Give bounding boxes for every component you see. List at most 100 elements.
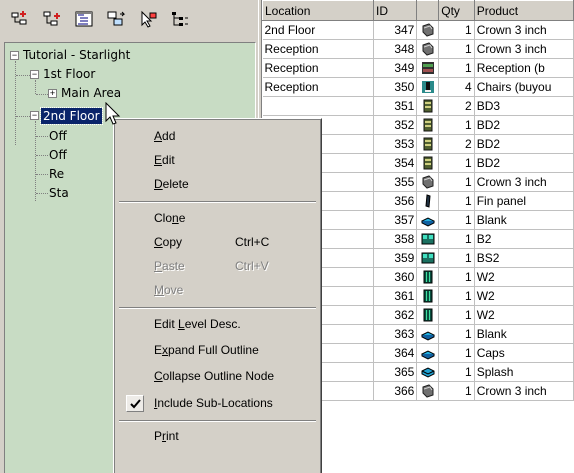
- splash-icon: [416, 362, 440, 382]
- blank-icon: [416, 210, 440, 230]
- tree-node-child[interactable]: Sta: [49, 185, 69, 201]
- desk-icon: [416, 229, 440, 249]
- add-sibling-node-icon[interactable]: [8, 8, 32, 30]
- qty-cell: 1: [438, 153, 475, 173]
- product-cell: Crown 3 inch: [474, 39, 574, 59]
- collapse-box-icon[interactable]: −: [10, 51, 19, 60]
- menu-item-label: Include Sub-Locations: [154, 396, 273, 410]
- column-header-icon[interactable]: [416, 0, 440, 21]
- location-cell: [262, 96, 375, 116]
- blank-icon: [416, 324, 440, 344]
- menu-item-edit-level-desc[interactable]: Edit Level Desc.: [117, 313, 318, 335]
- wall-icon: [416, 286, 440, 306]
- menu-item-move[interactable]: Move: [117, 279, 318, 301]
- product-cell: BD2: [474, 115, 574, 135]
- chair-icon: [416, 381, 440, 401]
- product-cell: BD2: [474, 153, 574, 173]
- qty-cell: 1: [438, 305, 475, 325]
- location-cell: Reception: [262, 58, 375, 78]
- id-cell: 351: [373, 96, 418, 116]
- checkmark-icon: [126, 395, 144, 412]
- column-header-location[interactable]: Location: [262, 0, 375, 21]
- menu-item-include-sub-locations[interactable]: Include Sub-Locations: [117, 392, 318, 414]
- product-cell: Crown 3 inch: [474, 381, 574, 401]
- menu-item-paste[interactable]: Paste Ctrl+V: [117, 255, 318, 277]
- qty-cell: 1: [438, 343, 475, 363]
- chair-icon: [416, 20, 440, 40]
- table-row[interactable]: Reception 348 1 Crown 3 inch: [262, 39, 574, 59]
- qty-cell: 4: [438, 77, 475, 97]
- menu-item-collapse-outline-node[interactable]: Collapse Outline Node: [117, 365, 318, 387]
- id-cell: 354: [373, 153, 418, 173]
- product-cell: Chairs (buyou: [474, 77, 574, 97]
- menu-item-label: Edit: [154, 153, 175, 167]
- product-cell: Crown 3 inch: [474, 20, 574, 40]
- column-header-qty[interactable]: Qty: [438, 0, 475, 21]
- tree-node-child[interactable]: Off: [49, 128, 67, 144]
- column-header-id[interactable]: ID: [373, 0, 418, 21]
- tree-node-1st-floor[interactable]: 1st Floor: [43, 66, 95, 82]
- column-header-product[interactable]: Product: [473, 0, 574, 21]
- menu-item-print[interactable]: Print: [117, 425, 318, 447]
- menu-item-label: Add: [154, 129, 176, 143]
- table-row[interactable]: 351 2 BD3: [262, 96, 574, 116]
- qty-cell: 1: [438, 39, 475, 59]
- outline-view-icon[interactable]: [72, 8, 96, 30]
- qty-cell: 1: [438, 381, 475, 401]
- expand-box-icon[interactable]: +: [48, 89, 57, 98]
- id-cell: 364: [373, 343, 418, 363]
- id-cell: 350: [373, 77, 418, 97]
- collapse-box-icon[interactable]: −: [30, 70, 39, 79]
- id-cell: 356: [373, 191, 418, 211]
- table-header-row: Location ID Qty Product: [262, 0, 574, 21]
- menu-item-label: Copy: [154, 235, 183, 249]
- menu-item-edit[interactable]: Edit: [117, 149, 318, 171]
- menu-item-delete[interactable]: Delete: [117, 173, 318, 195]
- qty-cell: 1: [438, 115, 475, 135]
- tree-node-2nd-floor[interactable]: 2nd Floor: [40, 107, 103, 125]
- add-child-node-icon[interactable]: [40, 8, 64, 30]
- qty-cell: 1: [438, 58, 475, 78]
- move-node-icon[interactable]: [104, 8, 128, 30]
- product-cell: Caps: [474, 343, 574, 363]
- table-row[interactable]: Reception 349 1 Reception (b: [262, 58, 574, 78]
- tree-node-root[interactable]: Tutorial - Starlight: [23, 47, 130, 63]
- chair-teal-icon: [416, 77, 440, 97]
- product-cell: B2: [474, 229, 574, 249]
- menu-item-clone[interactable]: Clone: [117, 207, 318, 229]
- product-cell: W2: [474, 267, 574, 287]
- qty-cell: 1: [438, 172, 475, 192]
- menu-item-copy[interactable]: Copy Ctrl+C: [117, 231, 318, 253]
- menu-shortcut: Ctrl+V: [235, 259, 269, 273]
- mouse-cursor-icon: [105, 102, 121, 125]
- product-cell: BD2: [474, 134, 574, 154]
- tree-node-child[interactable]: Re: [49, 166, 64, 182]
- qty-cell: 1: [438, 20, 475, 40]
- id-cell: 363: [373, 324, 418, 344]
- tree-node-child[interactable]: Off: [49, 147, 67, 163]
- panel-icon: [416, 58, 440, 78]
- qty-cell: 1: [438, 324, 475, 344]
- menu-item-label: Clone: [154, 211, 186, 225]
- pointer-tool-icon[interactable]: [136, 8, 160, 30]
- id-cell: 357: [373, 210, 418, 230]
- collapse-box-icon[interactable]: −: [30, 111, 39, 120]
- context-menu: Add Edit Delete Clone Copy Ctrl+C Paste Ct…: [113, 118, 322, 473]
- qty-cell: 2: [438, 96, 475, 116]
- table-row[interactable]: Reception 350 4 Chairs (buyou: [262, 77, 574, 97]
- menu-separator: [119, 201, 316, 203]
- menu-item-add[interactable]: Add: [117, 125, 318, 147]
- product-cell: Splash: [474, 362, 574, 382]
- tree-structure-icon[interactable]: [168, 8, 192, 30]
- cabinet-icon: [416, 134, 440, 154]
- menu-item-expand-full-outline[interactable]: Expand Full Outline: [117, 339, 318, 361]
- tree-node-main-area[interactable]: Main Area: [61, 85, 121, 101]
- chair-icon: [416, 39, 440, 59]
- menu-item-label: Collapse Outline Node: [154, 369, 275, 383]
- table-row[interactable]: 2nd Floor 347 1 Crown 3 inch: [262, 20, 574, 40]
- id-cell: 347: [373, 20, 418, 40]
- menu-separator: [119, 420, 316, 422]
- wall-icon: [416, 267, 440, 287]
- id-cell: 358: [373, 229, 418, 249]
- product-cell: BD3: [474, 96, 574, 116]
